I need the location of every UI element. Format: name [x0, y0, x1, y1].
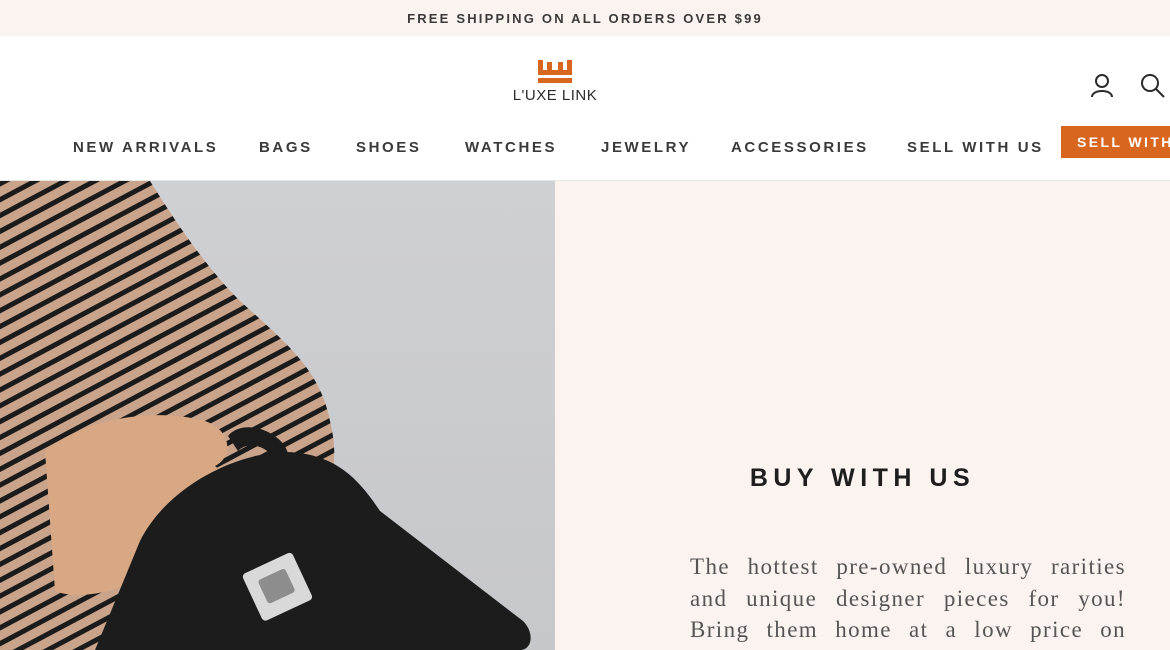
model-with-handbag-illustration [0, 181, 531, 650]
nav-item-accessories[interactable]: ACCESSORIES [731, 138, 869, 158]
nav-item-watches[interactable]: WATCHES [465, 138, 557, 158]
nav-item-bags[interactable]: BAGS [259, 138, 313, 158]
hero-description: The hottest pre-owned luxury rarities an… [690, 554, 1126, 650]
brand-name: L'UXE LINK [512, 87, 598, 104]
nav-item-sell-with-us[interactable]: SELL WITH US [907, 138, 1044, 158]
search-icon[interactable] [1138, 71, 1166, 99]
announcement-bar: FREE SHIPPING ON ALL ORDERS OVER $99 [0, 0, 1170, 36]
account-icon[interactable] [1088, 71, 1116, 99]
nav-item-jewelry[interactable]: JEWELRY [601, 138, 691, 158]
hero-title: BUY WITH US [749, 464, 976, 492]
hero-image [0, 181, 555, 650]
announcement-text: FREE SHIPPING ON ALL ORDERS OVER $99 [407, 10, 763, 26]
nav-item-new-arrivals[interactable]: NEW ARRIVALS [73, 138, 218, 158]
crown-icon [538, 60, 572, 83]
main-nav: NEW ARRIVALS BAGS SHOES WATCHES JEWELRY … [0, 138, 1170, 166]
sell-with-us-button[interactable]: SELL WITH [1061, 126, 1170, 158]
brand-logo[interactable]: L'UXE LINK [505, 56, 605, 112]
hero-copy-panel: BUY WITH US The hottest pre-owned luxury… [555, 181, 1170, 650]
site-header: L'UXE LINK NEW ARRIVALS BAGS SHOES WATCH… [0, 36, 1170, 181]
nav-item-shoes[interactable]: SHOES [356, 138, 422, 158]
